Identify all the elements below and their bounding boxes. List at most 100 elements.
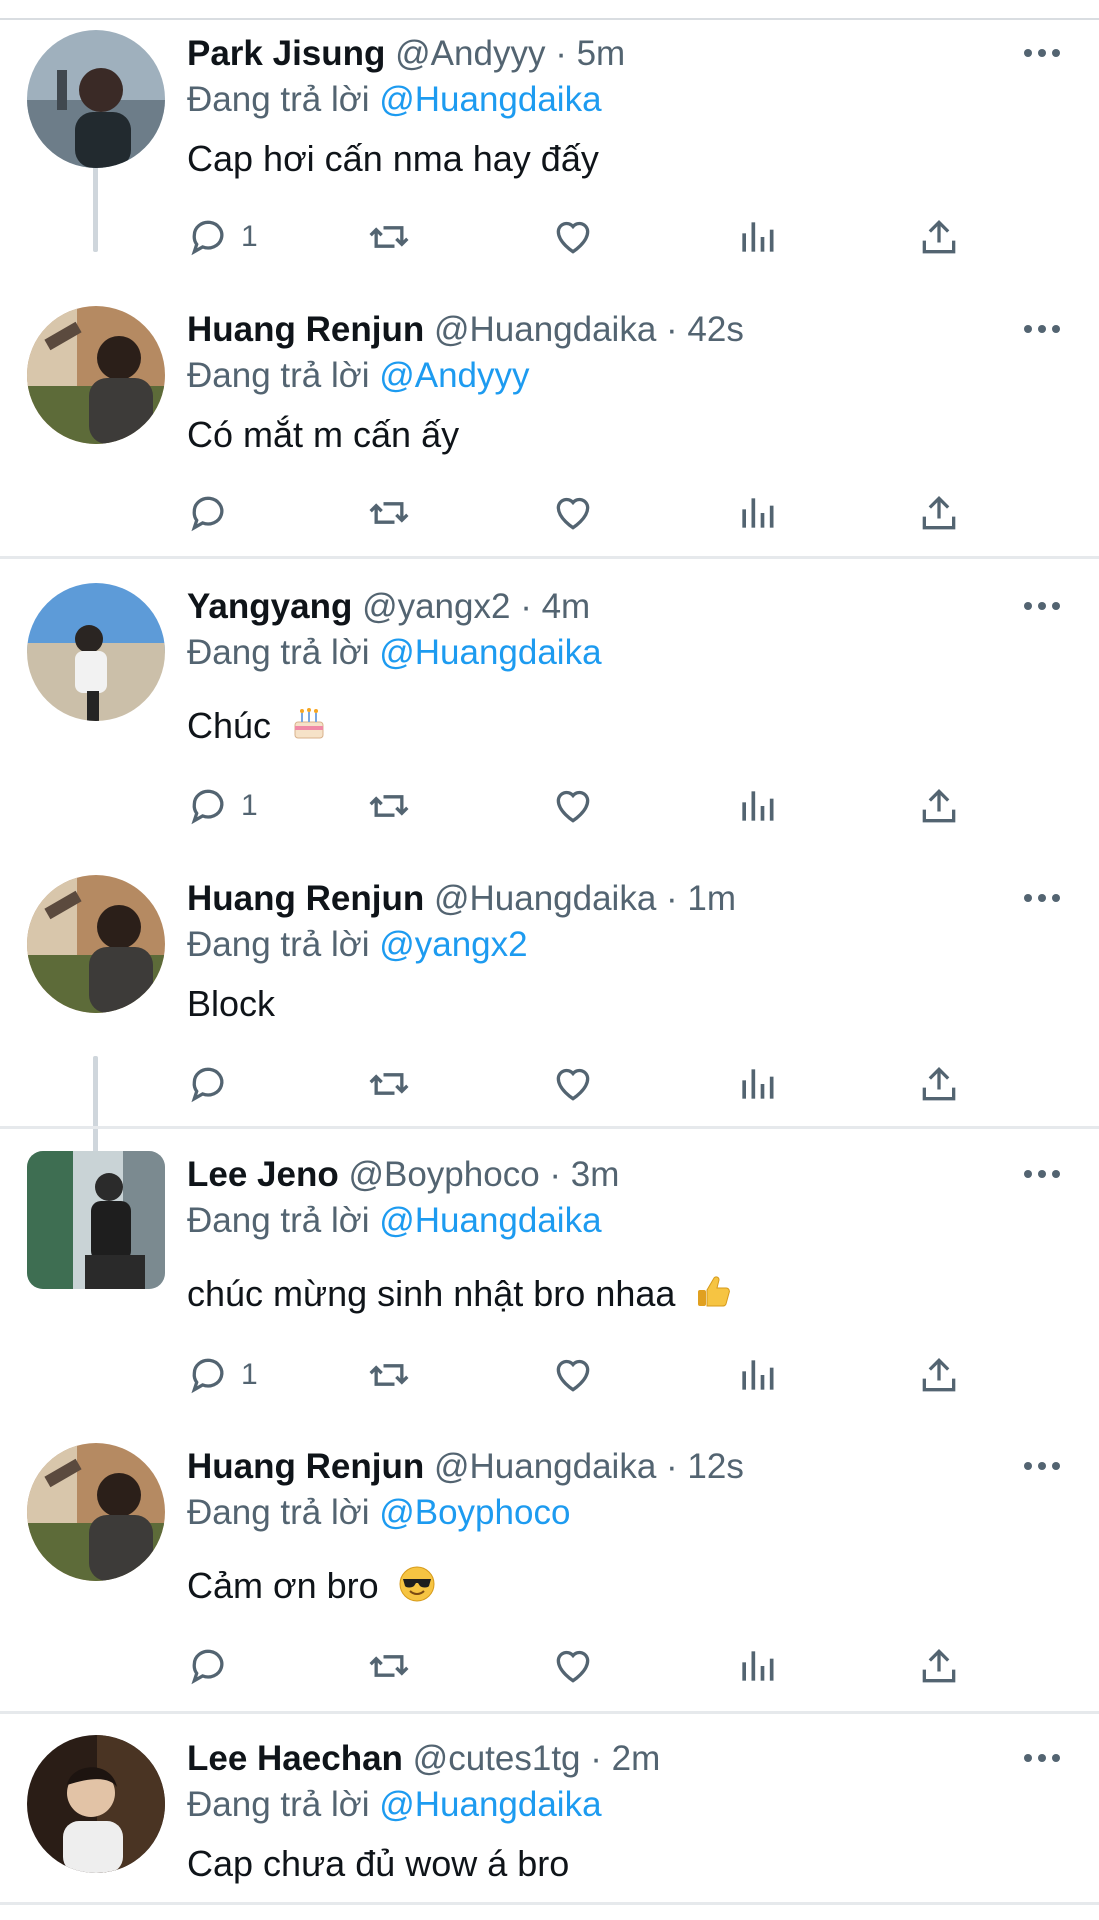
- avatar[interactable]: [27, 1735, 165, 1873]
- share-icon: [922, 1066, 956, 1101]
- like-button[interactable]: [551, 1351, 595, 1399]
- share-icon: [922, 219, 956, 254]
- share-button[interactable]: [917, 1351, 961, 1399]
- thread-divider: [0, 1711, 1099, 1714]
- heart-icon: [556, 1359, 590, 1392]
- like-button[interactable]: [551, 489, 595, 537]
- like-button[interactable]: [551, 782, 595, 830]
- avatar[interactable]: [27, 875, 165, 1013]
- user-handle[interactable]: @Huangdaika: [434, 310, 656, 349]
- display-name[interactable]: Huang Renjun: [187, 1447, 424, 1486]
- display-name[interactable]: Lee Jeno: [187, 1155, 339, 1194]
- sunglasses-emoji-icon: [399, 1566, 435, 1602]
- more-options-icon[interactable]: [1024, 317, 1064, 341]
- user-handle[interactable]: @Andyyy: [395, 34, 545, 73]
- tweet-actions: [187, 1060, 967, 1108]
- avatar[interactable]: [27, 30, 165, 168]
- share-button[interactable]: [917, 1060, 961, 1108]
- retweet-button[interactable]: [367, 1642, 411, 1690]
- views-button[interactable]: [735, 1642, 779, 1690]
- timestamp[interactable]: 3m: [571, 1155, 620, 1194]
- views-button[interactable]: [735, 1351, 779, 1399]
- reply-button[interactable]: 1: [187, 782, 258, 830]
- heart-icon: [556, 497, 590, 530]
- timestamp[interactable]: 4m: [542, 587, 591, 626]
- timestamp[interactable]: 1m: [687, 879, 736, 918]
- separator-dot: ·: [555, 34, 567, 73]
- tweet-actions: 1: [187, 213, 967, 261]
- share-button[interactable]: [917, 1642, 961, 1690]
- tweet-text: Có mắt m cấn ấy: [187, 414, 460, 455]
- like-button[interactable]: [551, 1642, 595, 1690]
- like-button[interactable]: [551, 1060, 595, 1108]
- retweet-icon: [369, 795, 409, 817]
- reply-button[interactable]: 1: [187, 1351, 258, 1399]
- share-button[interactable]: [917, 782, 961, 830]
- share-button[interactable]: [917, 489, 961, 537]
- display-name[interactable]: Lee Haechan: [187, 1739, 403, 1778]
- tweet-header: Huang Renjun @Huangdaika · 1m: [187, 878, 736, 920]
- display-name[interactable]: Huang Renjun: [187, 310, 424, 349]
- separator-dot: ·: [666, 1447, 678, 1486]
- retweet-icon: [369, 226, 409, 248]
- avatar[interactable]: [27, 306, 165, 444]
- display-name[interactable]: Huang Renjun: [187, 879, 424, 918]
- more-options-icon[interactable]: [1024, 594, 1064, 618]
- mention-link[interactable]: @Huangdaika: [379, 633, 601, 672]
- timestamp[interactable]: 12s: [687, 1447, 743, 1486]
- display-name[interactable]: Park Jisung: [187, 34, 385, 73]
- tweet-header: Yangyang @yangx2 · 4m: [187, 586, 590, 628]
- user-handle[interactable]: @Huangdaika: [434, 1447, 656, 1486]
- reply-button[interactable]: [187, 1060, 241, 1108]
- display-name[interactable]: Yangyang: [187, 587, 352, 626]
- share-button[interactable]: [917, 213, 961, 261]
- analytics-icon: [742, 1069, 774, 1099]
- reply-icon: [191, 1649, 224, 1685]
- analytics-icon: [742, 1651, 774, 1681]
- tweet-header: Lee Haechan @cutes1tg · 2m: [187, 1738, 660, 1780]
- more-options-icon[interactable]: [1024, 1454, 1064, 1478]
- avatar[interactable]: [27, 1151, 165, 1289]
- user-handle[interactable]: @cutes1tg: [413, 1739, 581, 1778]
- tweet-body: chúc mừng sinh nhật bro nhaa: [187, 1272, 733, 1316]
- avatar[interactable]: [27, 583, 165, 721]
- more-options-icon[interactable]: [1024, 41, 1064, 65]
- retweet-button[interactable]: [367, 1060, 411, 1108]
- heart-icon: [556, 1068, 590, 1101]
- retweet-button[interactable]: [367, 213, 411, 261]
- user-handle[interactable]: @Boyphoco: [348, 1155, 539, 1194]
- separator-dot: ·: [590, 1739, 602, 1778]
- mention-link[interactable]: @yangx2: [379, 925, 527, 964]
- mention-link[interactable]: @Andyyy: [379, 356, 529, 395]
- avatar[interactable]: [27, 1443, 165, 1581]
- mention-link[interactable]: @Huangdaika: [379, 80, 601, 119]
- mention-link[interactable]: @Huangdaika: [379, 1201, 601, 1240]
- share-icon: [922, 1357, 956, 1392]
- mention-link[interactable]: @Boyphoco: [379, 1493, 570, 1532]
- timestamp[interactable]: 42s: [687, 310, 743, 349]
- replying-to-line: Đang trả lời @Huangdaika: [187, 1784, 602, 1826]
- user-handle[interactable]: @Huangdaika: [434, 879, 656, 918]
- tweet-actions: [187, 1642, 967, 1690]
- views-button[interactable]: [735, 489, 779, 537]
- retweet-button[interactable]: [367, 1351, 411, 1399]
- reply-button[interactable]: [187, 489, 241, 537]
- reply-button[interactable]: [187, 1642, 241, 1690]
- like-button[interactable]: [551, 213, 595, 261]
- user-handle[interactable]: @yangx2: [362, 587, 510, 626]
- separator-dot: ·: [520, 587, 532, 626]
- tweet-actions: [187, 489, 967, 537]
- more-options-icon[interactable]: [1024, 886, 1064, 910]
- timestamp[interactable]: 5m: [577, 34, 626, 73]
- more-options-icon[interactable]: [1024, 1746, 1064, 1770]
- timestamp[interactable]: 2m: [612, 1739, 661, 1778]
- retweet-button[interactable]: [367, 489, 411, 537]
- analytics-icon: [742, 222, 774, 252]
- views-button[interactable]: [735, 1060, 779, 1108]
- views-button[interactable]: [735, 213, 779, 261]
- views-button[interactable]: [735, 782, 779, 830]
- retweet-button[interactable]: [367, 782, 411, 830]
- mention-link[interactable]: @Huangdaika: [379, 1785, 601, 1824]
- more-options-icon[interactable]: [1024, 1162, 1064, 1186]
- reply-button[interactable]: 1: [187, 213, 258, 261]
